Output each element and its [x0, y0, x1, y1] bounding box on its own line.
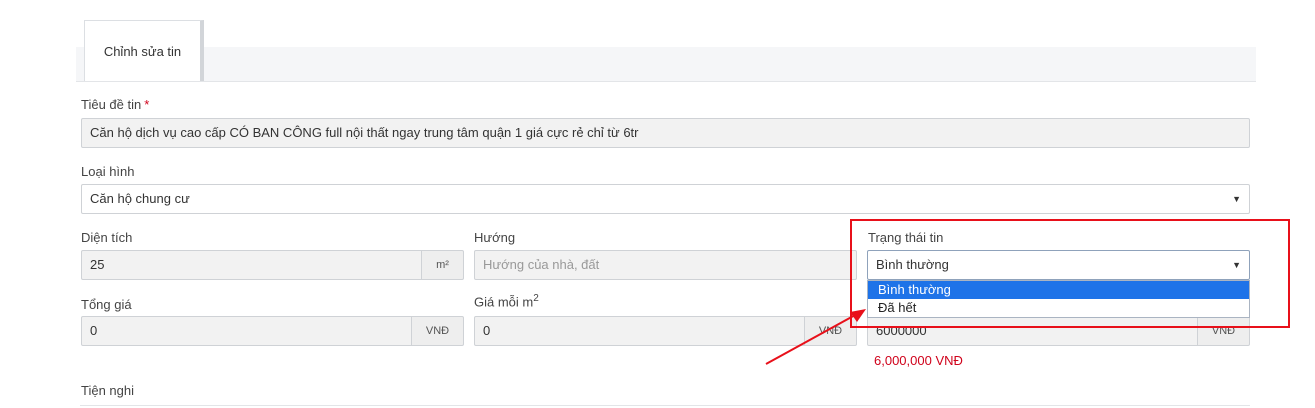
- amenities-label: Tiện nghi: [81, 383, 134, 398]
- annotation-arrow-icon: [765, 309, 866, 365]
- divider: [80, 405, 1250, 406]
